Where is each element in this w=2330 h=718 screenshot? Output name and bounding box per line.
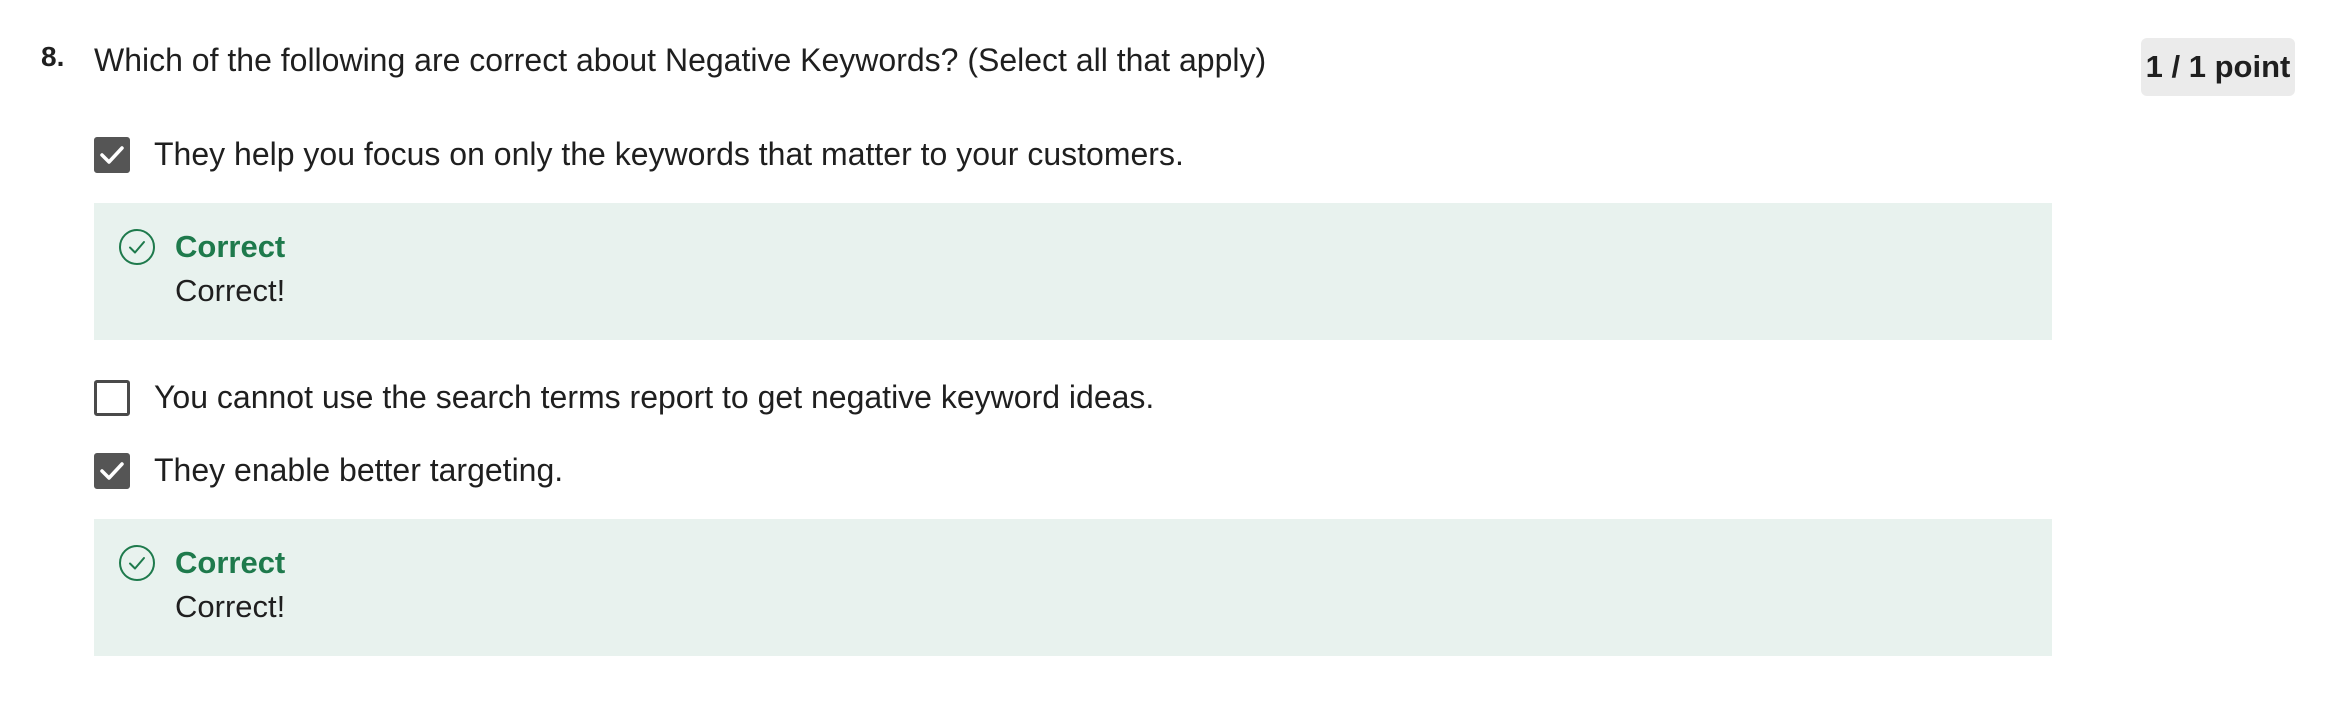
- check-circle-icon: [119, 545, 155, 581]
- check-icon: [100, 145, 124, 164]
- answer-option-1[interactable]: They help you focus on only the keywords…: [94, 136, 1184, 173]
- option-label: You cannot use the search terms report t…: [154, 379, 1155, 415]
- question-number: 8.: [41, 41, 65, 72]
- feedback-title: Correct: [175, 545, 286, 580]
- feedback-text: Correct!: [175, 273, 286, 308]
- check-circle-icon: [119, 229, 155, 265]
- check-icon: [100, 461, 124, 480]
- checkbox-checked[interactable]: [94, 136, 130, 173]
- feedback-correct: Correct Correct!: [94, 203, 2052, 340]
- question-text: Which of the following are correct about…: [94, 42, 1267, 78]
- feedback-text: Correct!: [175, 589, 286, 624]
- answer-option-2[interactable]: You cannot use the search terms report t…: [94, 379, 1154, 416]
- option-label: They enable better targeting.: [154, 452, 564, 488]
- quiz-question: 8. Which of the following are correct ab…: [0, 0, 2330, 718]
- score-badge: 1 / 1 point: [2141, 38, 2295, 96]
- checkbox-checked[interactable]: [94, 452, 130, 489]
- option-label: They help you focus on only the keywords…: [154, 136, 1184, 172]
- answer-option-3[interactable]: They enable better targeting.: [94, 452, 563, 489]
- feedback-title: Correct: [175, 229, 286, 264]
- checkbox-unchecked[interactable]: [94, 379, 130, 416]
- feedback-correct: Correct Correct!: [94, 519, 2052, 656]
